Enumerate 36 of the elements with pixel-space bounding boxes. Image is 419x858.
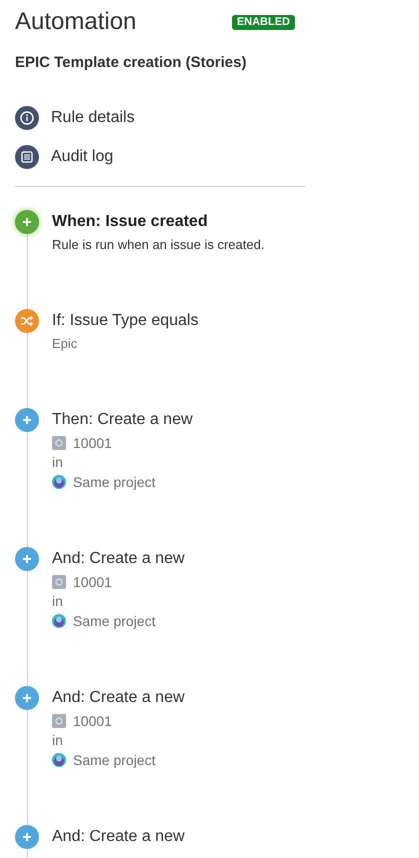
issue-type-icon bbox=[52, 436, 66, 450]
issue-type-icon bbox=[52, 575, 66, 589]
project-icon bbox=[52, 475, 66, 489]
issue-type: 10001 bbox=[73, 573, 112, 591]
step-title[interactable]: And: Create a new bbox=[52, 686, 185, 710]
plus-icon[interactable] bbox=[15, 547, 39, 571]
step-description: Rule is run when an issue is created. bbox=[52, 236, 264, 254]
plus-icon[interactable] bbox=[15, 686, 39, 710]
step-title[interactable]: And: Create a new bbox=[52, 547, 185, 571]
info-icon bbox=[15, 106, 39, 130]
step-title[interactable]: Then: Create a new bbox=[52, 408, 193, 432]
project-icon bbox=[52, 753, 66, 767]
condition-value: Epic bbox=[52, 335, 78, 353]
page-title: Automation bbox=[15, 7, 136, 37]
step-title[interactable]: And: Create a new bbox=[52, 825, 185, 849]
connector-text: in bbox=[52, 453, 64, 472]
project-name: Same project bbox=[73, 612, 156, 631]
step-title[interactable]: If: Issue Type equals bbox=[52, 309, 198, 333]
issue-type: 10001 bbox=[73, 712, 112, 730]
status-lozenge: ENABLED bbox=[232, 14, 295, 30]
rule-name: EPIC Template creation (Stories) bbox=[15, 53, 248, 73]
issue-type: 10001 bbox=[73, 434, 112, 452]
connector-text: in bbox=[52, 731, 64, 750]
nav-link[interactable]: Audit log bbox=[15, 145, 305, 169]
project-icon bbox=[52, 614, 66, 628]
plus-icon[interactable] bbox=[15, 210, 39, 234]
nav-link[interactable]: Rule details bbox=[15, 106, 305, 130]
issue-type-icon bbox=[52, 714, 66, 728]
shuffle-icon[interactable] bbox=[15, 309, 39, 333]
connector-text: in bbox=[52, 592, 64, 611]
project-name: Same project bbox=[73, 751, 156, 770]
plus-icon[interactable] bbox=[15, 825, 39, 849]
step-title[interactable]: When: Issue created bbox=[52, 210, 264, 234]
plus-icon[interactable] bbox=[15, 408, 39, 432]
project-name: Same project bbox=[73, 473, 156, 492]
list-icon bbox=[15, 145, 39, 169]
